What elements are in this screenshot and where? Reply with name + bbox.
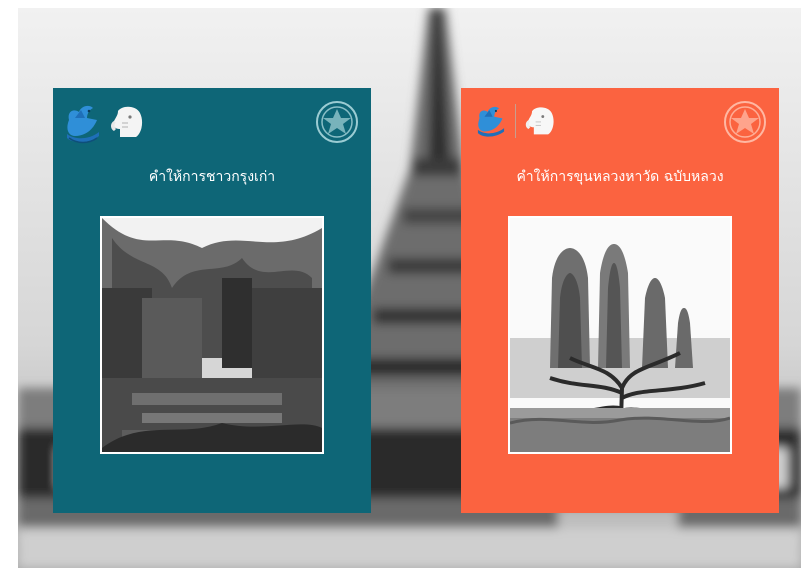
bird-logo-icon xyxy=(63,100,103,144)
seal-emblem-icon xyxy=(723,100,767,144)
cover-title: คำให้การขุนหลวงหาวัด ฉบับหลวง xyxy=(516,169,724,185)
prang-temple-photo xyxy=(508,216,732,454)
elephant-logo-icon xyxy=(523,104,559,138)
book-cover-right[interactable]: คำให้การขุนหลวงหาวัด ฉบับหลวง xyxy=(461,88,779,513)
book-cover-left[interactable]: คำให้การชาวกรุงเก่า xyxy=(53,88,371,513)
logo-divider xyxy=(515,104,516,138)
seal-emblem-icon xyxy=(315,100,359,144)
cover-title: คำให้การชาวกรุงเก่า xyxy=(148,169,276,185)
ruins-photo xyxy=(100,216,324,454)
elephant-logo-icon xyxy=(108,103,148,141)
bird-logo-icon xyxy=(473,102,509,138)
